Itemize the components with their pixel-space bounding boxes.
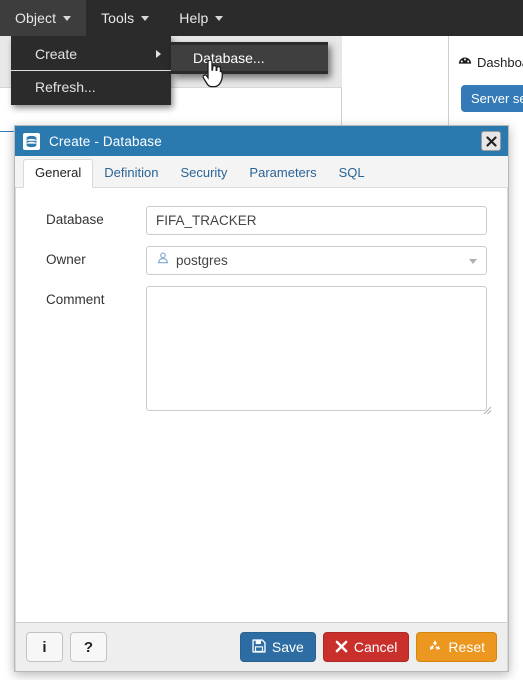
owner-select[interactable]: postgres <box>146 246 487 275</box>
comment-textarea[interactable] <box>146 286 487 411</box>
dialog-tabs: General Definition Security Parameters S… <box>15 156 508 188</box>
cancel-button[interactable]: Cancel <box>322 632 410 662</box>
chevron-right-icon <box>156 50 161 58</box>
dialog-title: Create - Database <box>49 133 162 149</box>
save-button-label: Save <box>271 639 304 655</box>
reset-button-label: Reset <box>448 639 485 655</box>
chevron-down-icon <box>215 15 224 21</box>
database-icon <box>23 132 40 150</box>
menu-item-database-label: Database... <box>193 50 265 66</box>
form-row-database: Database <box>28 206 495 235</box>
floppy-disk-icon <box>252 639 266 655</box>
menu-divider <box>11 70 171 71</box>
database-name-input[interactable] <box>146 206 487 235</box>
object-dropdown-menu: Create Refresh... <box>11 36 171 105</box>
tab-sql[interactable]: SQL <box>328 159 376 187</box>
chevron-down-icon <box>469 259 477 264</box>
menubar-item-help[interactable]: Help <box>164 0 238 36</box>
database-field-label: Database <box>46 212 104 227</box>
right-panel: Dashboard Server se <box>448 36 523 128</box>
create-database-dialog: Create - Database General Definition Sec… <box>14 125 509 672</box>
recycle-icon <box>428 639 442 655</box>
menu-item-refresh[interactable]: Refresh... <box>11 73 171 101</box>
tab-definition[interactable]: Definition <box>93 159 169 187</box>
create-submenu: Database... <box>171 42 328 74</box>
owner-select-value: postgres <box>176 253 228 268</box>
menu-item-database[interactable]: Database... <box>171 45 328 71</box>
cancel-button-label: Cancel <box>353 639 398 655</box>
menu-item-refresh-label: Refresh... <box>35 79 96 95</box>
form-row-owner: Owner postgres <box>28 246 495 275</box>
menubar: Object Tools Help <box>0 0 523 36</box>
menubar-item-tools-label: Tools <box>101 10 135 26</box>
user-icon <box>156 251 170 270</box>
tab-general[interactable]: General <box>23 159 94 188</box>
save-button[interactable]: Save <box>239 632 316 662</box>
menu-item-create-label: Create <box>35 46 78 62</box>
chevron-down-icon <box>63 15 72 21</box>
tab-security[interactable]: Security <box>169 159 238 187</box>
close-icon[interactable] <box>481 131 501 151</box>
menubar-item-object-label: Object <box>15 10 57 26</box>
comment-field-label: Comment <box>46 292 105 307</box>
app-root: Dashboard Server se Object Tools Help Cr… <box>0 0 523 680</box>
menubar-item-help-label: Help <box>179 10 209 26</box>
info-button[interactable]: i <box>26 632 63 662</box>
menubar-item-tools[interactable]: Tools <box>86 0 164 36</box>
tab-dashboard[interactable]: Dashboard <box>449 36 523 71</box>
chevron-down-icon <box>141 15 150 21</box>
x-icon <box>335 640 348 655</box>
menubar-item-object[interactable]: Object <box>0 0 87 36</box>
help-button[interactable]: ? <box>70 632 107 662</box>
server-sessions-button[interactable]: Server se <box>461 85 523 112</box>
owner-field-label: Owner <box>46 252 86 267</box>
menu-item-create[interactable]: Create <box>11 40 171 68</box>
gauge-icon <box>458 54 472 71</box>
tab-dashboard-label: Dashboard <box>477 55 523 70</box>
dialog-body: Database Owner postgres <box>15 188 508 622</box>
form-row-comment: Comment <box>28 286 495 416</box>
reset-button[interactable]: Reset <box>416 632 497 662</box>
dialog-footer: i ? Save Cancel Reset <box>15 622 508 671</box>
tab-parameters[interactable]: Parameters <box>238 159 327 187</box>
dialog-titlebar: Create - Database <box>15 126 508 156</box>
